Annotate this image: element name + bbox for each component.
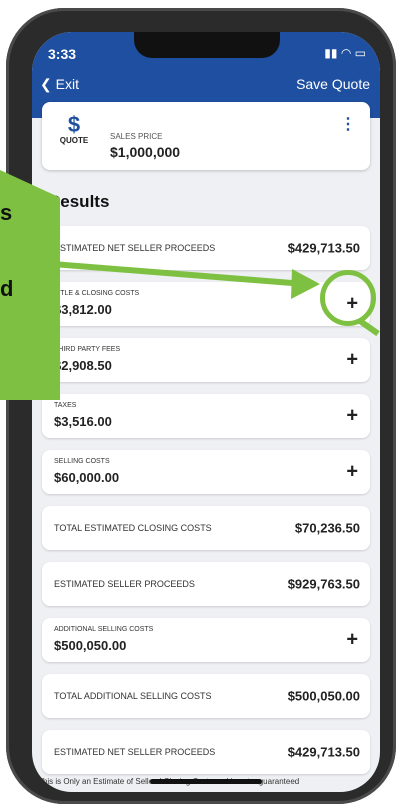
row-label: THIRD PARTY FEES	[54, 346, 121, 353]
row-estimated-seller-proceeds: ESTIMATED SELLER PROCEEDS $929,763.50	[42, 562, 370, 606]
notch	[134, 32, 280, 58]
save-quote-button[interactable]: Save Quote	[296, 76, 370, 92]
more-options-icon[interactable]: ⋮	[340, 114, 356, 134]
row-label: TOTAL ADDITIONAL SELLING COSTS	[54, 691, 212, 701]
row-value: $500,050.00	[287, 688, 360, 704]
home-indicator[interactable]	[150, 779, 262, 784]
signal-icon: ▮▮	[324, 46, 338, 60]
row-additional-selling-costs[interactable]: ADDITIONAL SELLING COSTS $500,050.00 +	[42, 618, 370, 662]
callout-text-top: s	[0, 200, 13, 225]
status-icons: ▮▮ ◠ ▭	[324, 46, 366, 60]
exit-button[interactable]: ❮ Exit	[40, 76, 79, 93]
row-value: $429,713.50	[287, 744, 360, 760]
row-value: $929,763.50	[287, 576, 360, 592]
callout-arrow	[40, 260, 320, 299]
row-label: ESTIMATED NET SELLER PROCEEDS	[54, 747, 216, 757]
row-label: ADDITIONAL SELLING COSTS	[54, 626, 154, 633]
sales-price-label: SALES PRICE	[110, 132, 163, 141]
row-label: ESTIMATED SELLER PROCEEDS	[54, 579, 195, 589]
dollar-icon: $	[67, 112, 81, 137]
status-time: 3:33	[48, 46, 77, 62]
phone-frame: 3:33 ▮▮ ◠ ▭ ❮ Exit Save Quote $ QUOTE SA…	[6, 8, 396, 804]
row-estimated-net-seller-proceeds-final: ESTIMATED NET SELLER PROCEEDS $429,713.5…	[42, 730, 370, 774]
quote-icon: $ QUOTE	[56, 112, 92, 146]
expand-plus-icon[interactable]: +	[346, 629, 358, 652]
quote-icon-label: QUOTE	[59, 136, 89, 145]
row-label: TOTAL ESTIMATED CLOSING COSTS	[54, 523, 212, 533]
row-taxes[interactable]: TAXES $3,516.00 +	[42, 394, 370, 438]
expand-plus-icon[interactable]: +	[346, 461, 358, 484]
row-value: $70,236.50	[294, 520, 360, 536]
sales-price-value: $1,000,000	[110, 144, 181, 160]
highlight-circle	[320, 270, 376, 326]
row-total-additional-selling-costs: TOTAL ADDITIONAL SELLING COSTS $500,050.…	[42, 674, 370, 718]
wifi-icon: ◠	[340, 46, 352, 60]
exit-label: Exit	[55, 76, 79, 92]
row-label: SELLING COSTS	[54, 458, 110, 465]
row-label: ESTIMATED NET SELLER PROCEEDS	[54, 243, 216, 253]
callout-text-mid: d	[0, 276, 14, 301]
row-value: $500,050.00	[54, 638, 127, 653]
row-value: $2,908.50	[54, 358, 112, 373]
row-total-estimated-closing-costs: TOTAL ESTIMATED CLOSING COSTS $70,236.50	[42, 506, 370, 550]
row-value: $60,000.00	[54, 470, 120, 485]
app-screen: 3:33 ▮▮ ◠ ▭ ❮ Exit Save Quote $ QUOTE SA…	[32, 32, 380, 792]
battery-icon: ▭	[354, 46, 366, 60]
expand-plus-icon[interactable]: +	[346, 349, 358, 372]
row-third-party-fees[interactable]: THIRD PARTY FEES $2,908.50 +	[42, 338, 370, 382]
quote-card: $ QUOTE SALES PRICE $1,000,000 ⋮	[42, 102, 370, 170]
row-selling-costs[interactable]: SELLING COSTS $60,000.00 +	[42, 450, 370, 494]
expand-plus-icon[interactable]: +	[346, 405, 358, 428]
row-value: $3,516.00	[54, 414, 112, 429]
row-label: TAXES	[54, 402, 77, 409]
chevron-left-icon: ❮	[40, 76, 52, 92]
